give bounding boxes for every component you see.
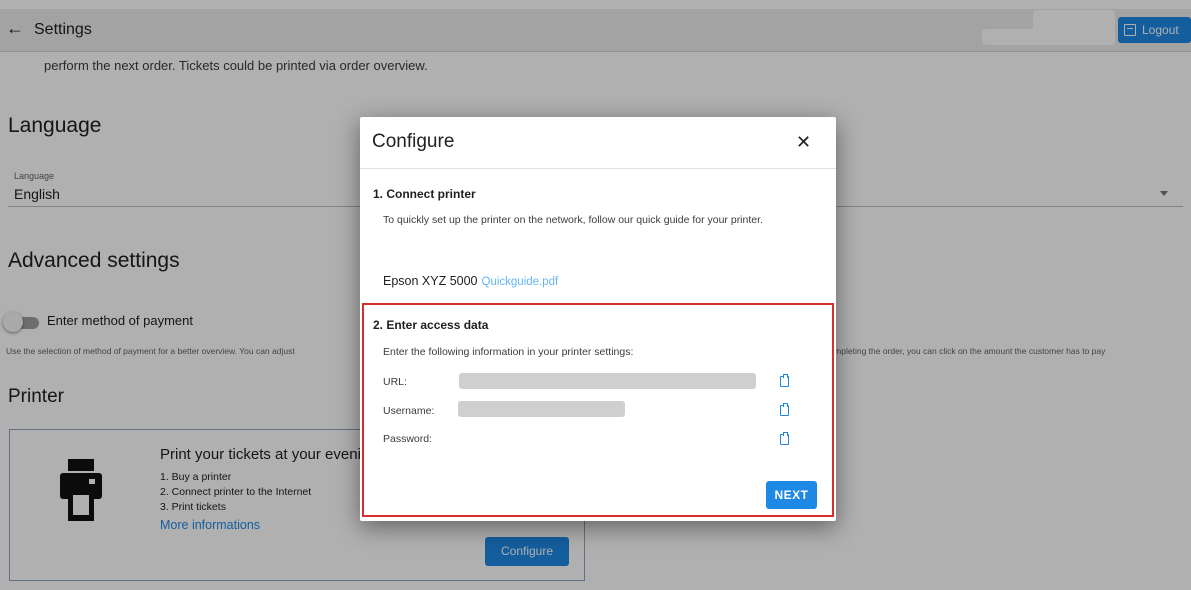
access-data-text: Enter the following information in your … <box>383 346 634 358</box>
url-label: URL: <box>383 376 407 388</box>
printer-model: Epson XYZ 5000 Quickguide.pdf <box>383 274 558 288</box>
dialog-title: Configure <box>372 131 455 152</box>
url-value-redacted <box>459 373 756 389</box>
username-value-redacted <box>458 401 625 417</box>
next-button[interactable]: NEXT <box>766 481 817 509</box>
clipboard-icon[interactable] <box>780 374 789 387</box>
connect-printer-title: 1. Connect printer <box>373 187 476 201</box>
quickguide-link[interactable]: Quickguide.pdf <box>482 276 559 288</box>
connect-printer-text: To quickly set up the printer on the net… <box>383 214 763 226</box>
settings-page: ← Settings Logout perform the next order… <box>0 0 1191 590</box>
clipboard-icon[interactable] <box>780 432 789 445</box>
dialog-header: Configure ✕ <box>360 117 836 169</box>
password-label: Password: <box>383 433 433 445</box>
username-label: Username: <box>383 405 435 417</box>
configure-dialog: Configure ✕ 1. Connect printer To quickl… <box>360 117 836 521</box>
close-icon[interactable]: ✕ <box>796 132 811 153</box>
printer-model-name: Epson XYZ 5000 <box>383 274 478 288</box>
clipboard-icon[interactable] <box>780 403 789 416</box>
access-data-title: 2. Enter access data <box>373 318 489 332</box>
